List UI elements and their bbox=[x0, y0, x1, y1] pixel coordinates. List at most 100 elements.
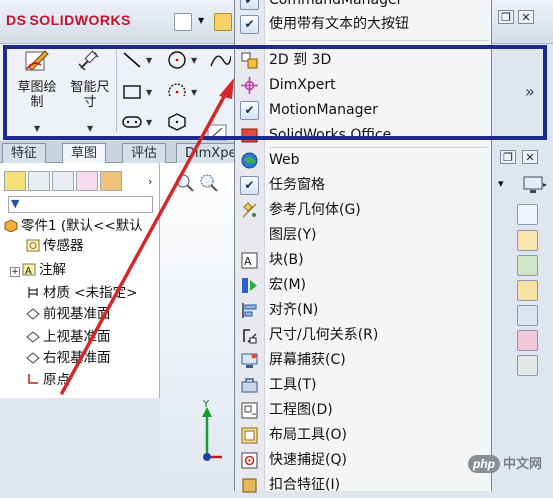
menu-item-dimensions-relations[interactable]: 尺寸/几何关系(R) bbox=[235, 323, 491, 348]
watermark-text: 中文网 bbox=[503, 456, 543, 471]
menu-item-large-buttons-with-text[interactable]: ✔ 使用带有文本的大按钮 bbox=[235, 12, 491, 37]
menu-item-label: 快速捕捉(Q) bbox=[269, 452, 347, 468]
file-explorer-icon[interactable] bbox=[517, 280, 538, 301]
menu-item-task-pane[interactable]: ✔ 任务窗格 bbox=[235, 173, 491, 198]
tree-item-label: 前视基准面 bbox=[43, 306, 111, 322]
tree-item-annotations[interactable]: + A 注解 bbox=[10, 260, 66, 280]
monitor-icon[interactable] bbox=[522, 175, 548, 195]
menu-item-layout-tools[interactable]: 布局工具(O) bbox=[235, 423, 491, 448]
chevron-right-icon[interactable]: › bbox=[148, 175, 152, 188]
tree-item-right-plane[interactable]: 右视基准面 bbox=[26, 348, 111, 368]
menu-item-tools[interactable]: 工具(T) bbox=[235, 373, 491, 398]
graphics-area[interactable]: Y bbox=[160, 163, 235, 491]
plane-icon bbox=[26, 331, 40, 343]
expand-icon[interactable]: + bbox=[10, 267, 20, 277]
tab-sketch[interactable]: 草图 bbox=[62, 143, 107, 163]
dimxpert-manager-icon[interactable] bbox=[76, 171, 98, 191]
tree-item-label: 材质 <未指定> bbox=[43, 285, 138, 301]
menu-item-label: 布局工具(O) bbox=[269, 427, 347, 443]
close-window-icon[interactable]: ✕ bbox=[522, 150, 538, 164]
menu-item-quick-snap[interactable]: 快速捕捉(Q) bbox=[235, 448, 491, 473]
menu-item-label: 屏幕捕获(C) bbox=[269, 352, 346, 368]
tree-item-top-plane[interactable]: 上视基准面 bbox=[26, 327, 111, 347]
check-icon: ✔ bbox=[240, 15, 259, 34]
configuration-manager-icon[interactable] bbox=[52, 171, 74, 191]
screen-capture-icon bbox=[241, 353, 258, 368]
tree-item-label: 零件1 (默认<<默认 bbox=[21, 218, 143, 234]
tree-item-part[interactable]: 零件1 (默认<<默认 bbox=[4, 216, 143, 236]
svg-text:A: A bbox=[244, 255, 252, 268]
tree-item-label: 上视基准面 bbox=[43, 329, 111, 345]
triad-axis bbox=[202, 407, 222, 461]
feature-manager-icon[interactable] bbox=[4, 171, 26, 191]
tree-item-front-plane[interactable]: 前视基准面 bbox=[26, 304, 111, 324]
logo-prefix: DS bbox=[6, 12, 27, 28]
macro-icon bbox=[242, 278, 257, 293]
menu-item-screen-capture[interactable]: 屏幕捕获(C) bbox=[235, 348, 491, 373]
appearances-icon[interactable] bbox=[517, 330, 538, 351]
command-manager-tabs: 特征 草图 评估 DimXpert bbox=[0, 141, 240, 163]
open-folder-icon[interactable] bbox=[214, 13, 232, 31]
sensor-icon bbox=[26, 239, 40, 252]
globe-icon bbox=[241, 152, 258, 169]
restore-window-icon[interactable]: ❐ bbox=[500, 150, 516, 164]
property-manager-icon[interactable] bbox=[28, 171, 50, 191]
menu-item-web[interactable]: Web bbox=[235, 148, 491, 173]
block-icon: A bbox=[241, 252, 258, 269]
plane-icon bbox=[26, 352, 40, 364]
tree-item-origin[interactable]: 原点 bbox=[26, 370, 70, 390]
search-icon[interactable] bbox=[517, 305, 538, 326]
dimension-relation-icon bbox=[243, 329, 257, 344]
tree-filter-input[interactable]: ▼ bbox=[8, 196, 153, 213]
double-chevron-right-icon[interactable]: » bbox=[525, 82, 535, 101]
reference-geometry-icon bbox=[242, 202, 257, 218]
custom-properties-icon[interactable] bbox=[517, 355, 538, 376]
menu-item-label: 对齐(N) bbox=[269, 302, 319, 318]
restore-window-icon[interactable]: ❐ bbox=[498, 10, 514, 24]
tab-features[interactable]: 特征 bbox=[2, 143, 47, 163]
menu-item-label: 工程图(D) bbox=[269, 402, 333, 418]
design-library-icon[interactable] bbox=[517, 255, 538, 276]
drawing-icon bbox=[241, 402, 258, 419]
tab-evaluate[interactable]: 评估 bbox=[122, 143, 167, 163]
solidworks-logo[interactable]: DS SOLIDWORKS bbox=[6, 12, 131, 28]
menu-item-drawing[interactable]: 工程图(D) bbox=[235, 398, 491, 423]
menu-item-block[interactable]: A 块(B) bbox=[235, 248, 491, 273]
menu-item-layer[interactable]: 图层(Y) bbox=[235, 223, 491, 248]
menu-item-label: 扣合特征(I) bbox=[269, 477, 341, 493]
origin-icon bbox=[28, 374, 38, 384]
highlight-box bbox=[3, 45, 547, 140]
display-manager-icon[interactable] bbox=[100, 171, 122, 191]
menu-item-macro[interactable]: 宏(M) bbox=[235, 273, 491, 298]
menu-item-reference-geometry[interactable]: 参考几何体(G) bbox=[235, 198, 491, 223]
tools-icon bbox=[241, 378, 258, 393]
menu-item-label: 宏(M) bbox=[269, 277, 307, 293]
menu-item-label: 图层(Y) bbox=[269, 227, 317, 243]
chevron-down-icon[interactable]: ▾ bbox=[498, 177, 504, 190]
tree-item-material[interactable]: 材质 <未指定> bbox=[26, 283, 137, 303]
menu-separator bbox=[269, 40, 489, 41]
resources-icon[interactable] bbox=[517, 204, 538, 225]
align-icon bbox=[242, 303, 257, 318]
tree-item-label: 注解 bbox=[39, 262, 66, 278]
new-document-icon[interactable] bbox=[174, 13, 192, 31]
tree-item-label: 右视基准面 bbox=[43, 350, 111, 366]
zoom-area-icon[interactable] bbox=[200, 174, 218, 192]
menu-item-fastening-feature[interactable]: 扣合特征(I) bbox=[235, 473, 491, 498]
axis-y-label: Y bbox=[203, 399, 210, 410]
chevron-down-icon[interactable]: ▼ bbox=[198, 16, 204, 25]
tree-item-label: 原点 bbox=[43, 372, 70, 388]
menu-item-label: 使用带有文本的大按钮 bbox=[269, 16, 409, 32]
tree-item-sensors[interactable]: 传感器 bbox=[26, 236, 84, 256]
close-window-icon[interactable]: ✕ bbox=[518, 10, 534, 24]
part-icon bbox=[4, 219, 18, 232]
menu-item-label: 块(B) bbox=[269, 252, 304, 268]
check-icon: ✔ bbox=[240, 0, 259, 10]
tab-dimxpert[interactable]: DimXpert bbox=[176, 143, 236, 163]
menu-item-align[interactable]: 对齐(N) bbox=[235, 298, 491, 323]
home-icon[interactable] bbox=[517, 230, 538, 251]
zoom-icon[interactable] bbox=[176, 174, 194, 192]
layout-tools-icon bbox=[241, 427, 258, 444]
check-icon: ✔ bbox=[240, 176, 259, 195]
svg-text:A: A bbox=[25, 266, 32, 276]
